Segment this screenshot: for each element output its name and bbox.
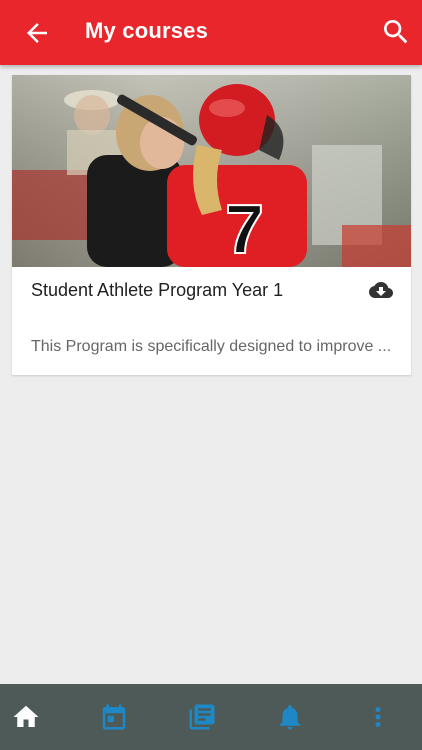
library-icon[interactable]: [187, 702, 217, 732]
course-card[interactable]: 7 Student Athlete Program Year 1 This Pr…: [12, 75, 411, 375]
course-image: 7: [12, 75, 411, 267]
home-icon[interactable]: [11, 702, 41, 732]
bottom-navigation: [0, 684, 422, 750]
cloud-download-icon[interactable]: [367, 278, 395, 302]
calendar-icon[interactable]: [99, 702, 129, 732]
bell-icon[interactable]: [275, 702, 305, 732]
course-description: This Program is specifically designed to…: [31, 338, 392, 355]
more-vert-icon[interactable]: [363, 702, 393, 732]
arrow-back-icon[interactable]: [22, 18, 52, 48]
course-title: Student Athlete Program Year 1: [31, 280, 284, 300]
page-title: My courses: [85, 18, 209, 43]
svg-text:7: 7: [225, 190, 264, 267]
app-bar: My courses: [0, 0, 422, 65]
search-icon[interactable]: [380, 16, 412, 48]
